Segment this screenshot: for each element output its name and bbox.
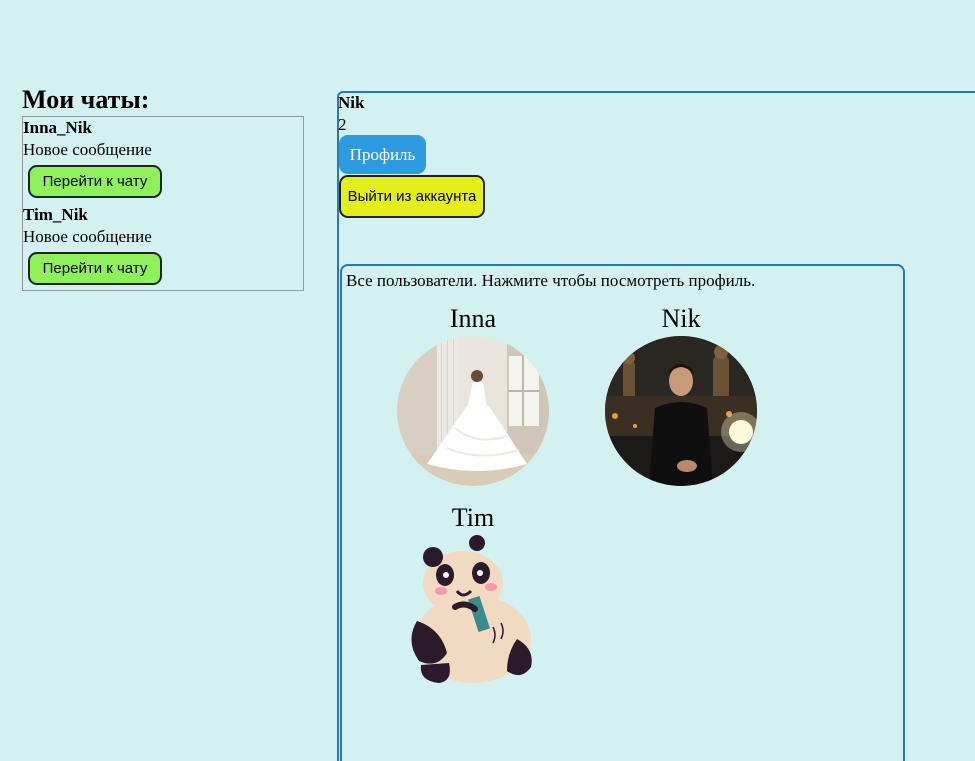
open-chat-button[interactable]: Перейти к чату (28, 252, 162, 285)
chat-item: Inna_Nik Новое сообщение Перейти к чату (23, 117, 303, 204)
chat-message: Новое сообщение (23, 227, 152, 246)
chat-message: Новое сообщение (23, 140, 152, 159)
current-user-count: 2 (338, 115, 347, 134)
chats-list: Inna_Nik Новое сообщение Перейти к чату … (22, 116, 304, 291)
wedding-photo-avatar[interactable] (397, 336, 549, 486)
current-user-name: Nik (338, 93, 365, 112)
night-photo-avatar[interactable] (605, 336, 757, 486)
user-card-nik[interactable]: Nik (601, 304, 761, 486)
user-card-name: Nik (661, 304, 701, 333)
panda-icon (411, 535, 532, 683)
chat-name: Tim_Nik (23, 205, 88, 224)
wedding-photo-icon (397, 336, 549, 486)
night-photo-icon (605, 336, 757, 486)
profile-button[interactable]: Профиль (339, 135, 426, 174)
open-chat-button[interactable]: Перейти к чату (28, 165, 162, 198)
chat-name: Inna_Nik (23, 118, 92, 137)
user-card-name: Inna (449, 304, 497, 333)
panda-avatar[interactable] (397, 535, 549, 685)
chats-title: Мои чаты: (22, 85, 150, 114)
user-card-name: Tim (451, 503, 495, 532)
page: Мои чаты: Inna_Nik Новое сообщение Перей… (0, 0, 975, 761)
chat-item: Tim_Nik Новое сообщение Перейти к чату (23, 204, 303, 291)
users-caption: Все пользователи. Нажмите чтобы посмотре… (346, 271, 756, 290)
user-card-inna[interactable]: Inna (393, 304, 553, 486)
logout-button[interactable]: Выйти из аккаунта (339, 175, 485, 218)
user-card-tim[interactable]: Tim (393, 503, 553, 685)
